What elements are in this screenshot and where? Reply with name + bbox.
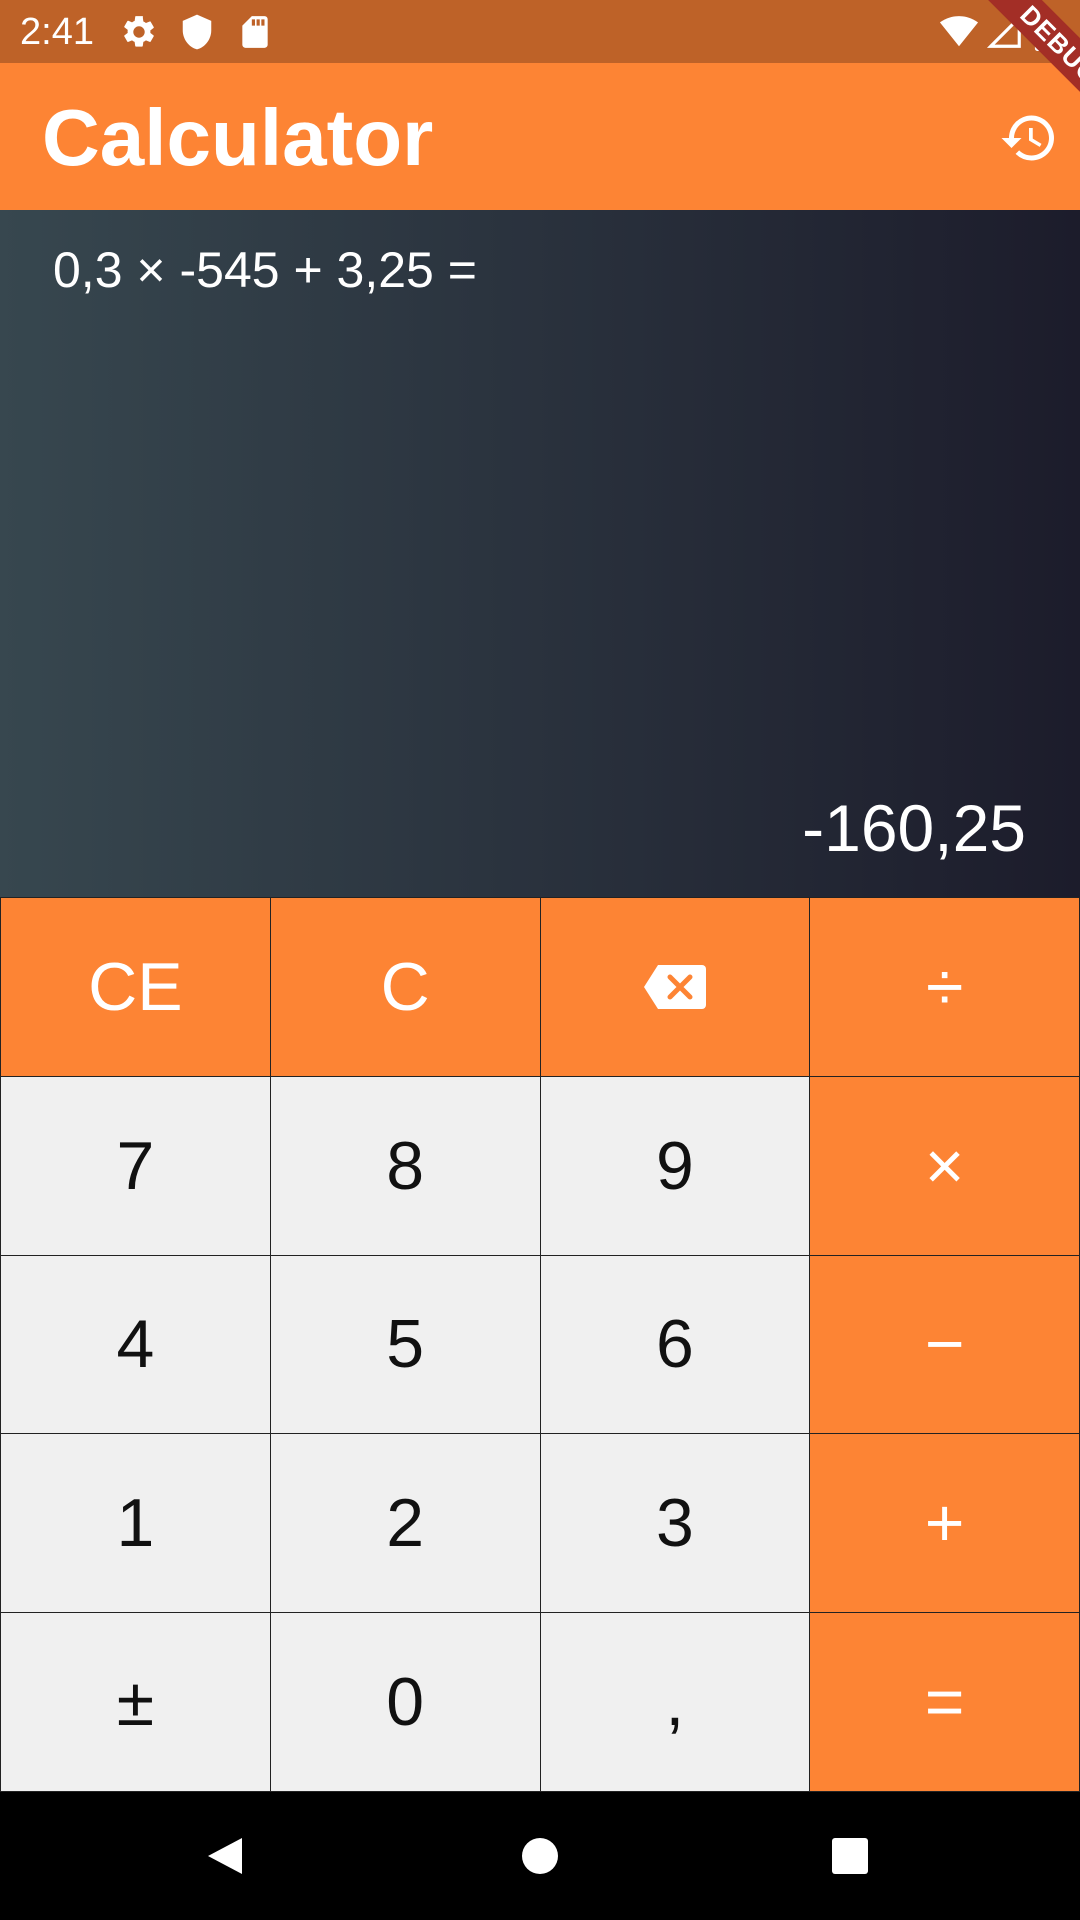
digit-1-button[interactable]: 1	[1, 1434, 271, 1614]
battery-icon	[1030, 13, 1062, 51]
home-icon	[516, 1832, 564, 1880]
app-title: Calculator	[42, 93, 434, 182]
clear-button[interactable]: C	[270, 898, 541, 1077]
digit-7-button[interactable]: 7	[1, 1076, 271, 1256]
sd-card-icon	[236, 13, 274, 51]
history-icon	[999, 108, 1059, 168]
plus-minus-button[interactable]: ±	[1, 1613, 271, 1792]
keypad: CE C ÷ 7 8 9 × 4 5 6 − 1 2 3 + ± 0 , =	[0, 897, 1080, 1792]
home-button[interactable]	[508, 1824, 572, 1888]
calculator-display: 0,3 × -545 + 3,25 = -160,25	[0, 210, 1080, 897]
digit-2-button[interactable]: 2	[270, 1434, 541, 1614]
recents-button[interactable]	[818, 1824, 882, 1888]
decimal-comma-button[interactable]: ,	[540, 1613, 811, 1792]
shield-icon	[178, 13, 216, 51]
status-time: 2:41	[20, 11, 94, 53]
status-bar: 2:41	[0, 0, 1080, 63]
back-icon	[202, 1832, 250, 1880]
multiply-button[interactable]: ×	[810, 1076, 1080, 1256]
app-bar: Calculator	[0, 63, 1080, 210]
expression-text: 0,3 × -545 + 3,25 =	[53, 242, 477, 298]
backspace-icon	[642, 963, 708, 1011]
history-button[interactable]	[994, 103, 1064, 173]
gear-icon	[120, 13, 158, 51]
signal-icon	[986, 13, 1024, 51]
backspace-button[interactable]	[540, 898, 811, 1077]
digit-4-button[interactable]: 4	[1, 1255, 271, 1435]
digit-9-button[interactable]: 9	[540, 1076, 811, 1256]
digit-3-button[interactable]: 3	[540, 1434, 811, 1614]
result-text: -160,25	[802, 791, 1026, 865]
equals-button[interactable]: =	[810, 1613, 1080, 1792]
subtract-button[interactable]: −	[810, 1255, 1080, 1435]
add-button[interactable]: +	[810, 1434, 1080, 1614]
digit-6-button[interactable]: 6	[540, 1255, 811, 1435]
wifi-icon	[940, 13, 978, 51]
divide-button[interactable]: ÷	[810, 898, 1080, 1077]
clear-entry-button[interactable]: CE	[1, 898, 271, 1077]
digit-5-button[interactable]: 5	[270, 1255, 541, 1435]
digit-0-button[interactable]: 0	[270, 1613, 541, 1792]
back-button[interactable]	[194, 1824, 258, 1888]
navigation-bar	[0, 1792, 1080, 1920]
digit-8-button[interactable]: 8	[270, 1076, 541, 1256]
recents-icon	[826, 1832, 874, 1880]
